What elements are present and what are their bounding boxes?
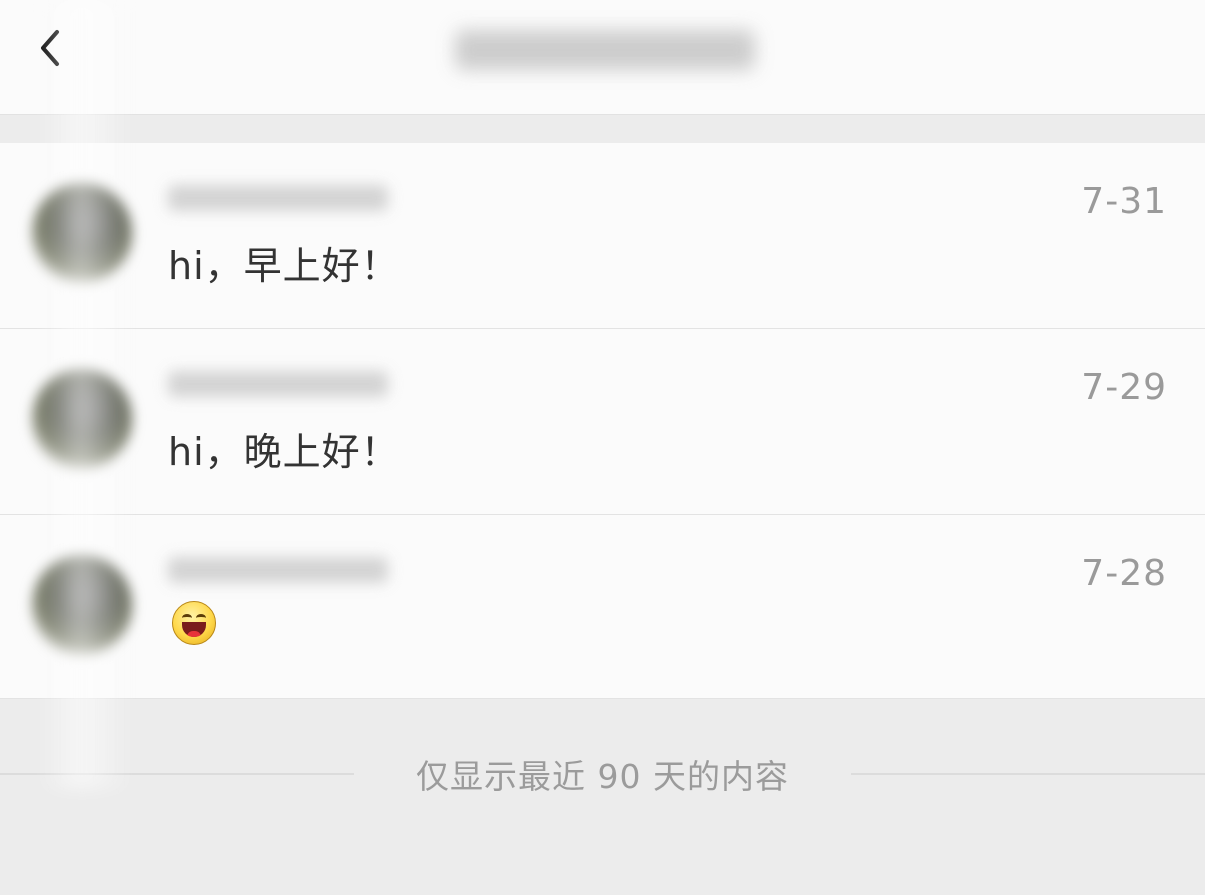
message-text: hi，晚上好！ xyxy=(168,430,400,474)
message-row[interactable]: 7-31 hi，早上好！ xyxy=(0,143,1205,329)
laughing-face-emoji-icon xyxy=(172,601,216,645)
emoji-eye xyxy=(182,614,192,622)
message-row[interactable]: 7-29 hi，晚上好！ xyxy=(0,329,1205,515)
divider xyxy=(0,773,354,775)
message-date: 7-28 xyxy=(1081,553,1167,594)
message-date: 7-29 xyxy=(1081,367,1167,408)
screen: 7-31 hi，早上好！ 7-29 hi，晚上好！ 7-28 仅显示最近 90 … xyxy=(0,0,1205,895)
header-gap xyxy=(0,115,1205,143)
history-limit-notice: 仅显示最近 90 天的内容 xyxy=(0,752,1205,796)
sender-name-redacted xyxy=(168,371,388,397)
chevron-left-icon xyxy=(41,30,59,66)
page-title-redacted xyxy=(455,30,755,70)
notice-text: 仅显示最近 90 天的内容 xyxy=(416,757,789,796)
message-list: 7-31 hi，早上好！ 7-29 hi，晚上好！ 7-28 xyxy=(0,143,1205,699)
emoji-mouth xyxy=(182,622,206,637)
navigation-bar xyxy=(0,0,1205,115)
message-text: hi，早上好！ xyxy=(168,244,400,288)
avatar[interactable] xyxy=(32,183,132,283)
avatar[interactable] xyxy=(32,555,132,655)
message-date: 7-31 xyxy=(1081,181,1167,222)
back-button[interactable] xyxy=(28,26,72,70)
avatar[interactable] xyxy=(32,369,132,469)
sender-name-redacted xyxy=(168,557,388,583)
divider xyxy=(851,773,1205,775)
message-row[interactable]: 7-28 xyxy=(0,515,1205,699)
emoji-eye xyxy=(196,614,206,622)
sender-name-redacted xyxy=(168,185,388,211)
